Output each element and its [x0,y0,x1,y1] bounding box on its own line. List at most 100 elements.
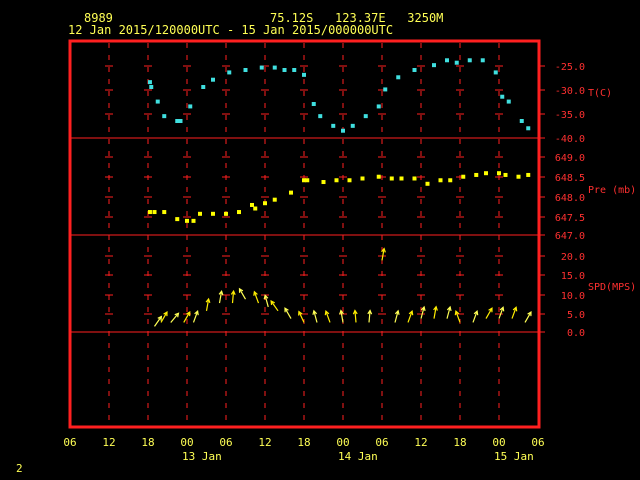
temperature-point [302,72,306,77]
panel-3-ytick: 10.0 [561,291,585,302]
pressure-point [185,218,189,223]
panel-2-ytick: 649.0 [555,153,585,164]
pressure-point [175,217,180,222]
wind-arrow [154,315,163,327]
wind-arrow [367,309,373,323]
pressure-point [289,190,293,195]
temperature-point [526,126,531,131]
temperature-point [396,75,401,80]
x-tick-label: 00 [492,436,505,449]
wind-arrow [407,310,414,323]
x-tick-label: 06 [375,436,388,449]
temperature-point [211,77,215,82]
temperature-point [227,70,232,75]
pressure-point [412,176,417,181]
panel-1-ytick: -30.0 [555,86,585,97]
pressure-point [272,197,277,202]
temperature-point [454,60,459,65]
temperature-point [341,128,345,133]
temperature-point [178,119,183,123]
pressure-point [389,176,394,181]
pressure-point [448,178,453,183]
temperature-point [363,114,368,119]
temperature-point [282,68,287,72]
pressure-point [497,171,501,176]
pressure-point [526,172,531,177]
pressure-point [263,201,267,206]
wind-arrow [238,287,247,300]
temperature-point [467,58,472,63]
pressure-point [191,218,196,223]
x-tick-label: 18 [297,436,310,449]
wind-arrow [524,311,532,323]
wind-arrow [433,305,438,319]
pressure-point [438,178,443,183]
temperature-point [201,85,206,89]
temperature-point [480,58,485,63]
temperature-point [162,114,167,119]
temperature-point [155,99,160,104]
wind-arrow [511,306,518,319]
wind-arrow [253,290,260,304]
x-tick-label: 18 [453,436,466,449]
pressure-point [347,178,352,183]
wind-arrow [420,305,426,319]
panel-1-ytick: -40.0 [555,134,585,145]
temperature-point [376,104,381,109]
x-tick-label: 06 [63,436,76,449]
wind-arrow [454,310,461,323]
temperature-point [519,119,524,123]
pressure-point [425,181,430,186]
panel-1-ytick: -35.0 [555,110,585,121]
pressure-point [461,174,466,179]
pressure-point [305,178,310,183]
pressure-point [237,210,241,215]
temperature-point [259,65,264,70]
temperature-point [318,114,323,119]
panel-1-ytick: -25.0 [555,62,585,73]
x-tick-label: 12 [414,436,427,449]
meteogram-chart: -25.0 -30.0 -35.0 -40.0 649.0 648.5 648.0 647.5… [63,39,636,463]
temperature-point [445,58,449,63]
temperature-point [493,70,498,75]
wind-arrow [312,309,318,323]
pressure-point [516,174,521,179]
wind-arrow [284,307,292,319]
panel-2-ytick: 648.0 [555,193,585,204]
x-day-label: 13 Jan [182,450,222,463]
wind-arrow [485,307,493,319]
wind-arrow [230,289,236,304]
temperature-point [506,99,511,104]
panel-3-ylabel: SPD(MPS) [588,282,636,293]
wind-arrow-shaft [170,312,179,323]
pressure-point [321,180,326,185]
temperature-point [311,102,316,106]
panel-1-ylabel: T(C) [588,88,612,99]
x-tick-label: 00 [180,436,193,449]
pressure-point [211,211,215,216]
wind-arrow [324,310,331,323]
temperature-point [331,123,336,128]
page-number: 2 [16,462,23,475]
wind-arrow [192,310,199,323]
x-tick-label: 12 [258,436,271,449]
wind-arrow [170,312,180,323]
pressure-point [474,172,479,177]
wind-arrow [446,305,452,319]
x-day-label: 15 Jan [494,450,534,463]
wind-arrow [205,297,211,311]
wind-arrow [381,247,386,261]
temperature-point [149,85,154,89]
x-tick-label: 00 [336,436,349,449]
temperature-point [272,65,277,70]
x-tick-label: 06 [219,436,232,449]
temperature-point [383,87,388,92]
temperature-point [500,94,505,99]
wind-arrow [394,309,400,323]
wind-arrow [270,299,279,312]
panel-3-ytick: 15.0 [561,271,585,282]
temperature-point [412,68,417,72]
pressure-point [198,211,202,216]
x-tick-label: 06 [531,436,544,449]
panel-3-ytick: 5.0 [567,310,585,321]
